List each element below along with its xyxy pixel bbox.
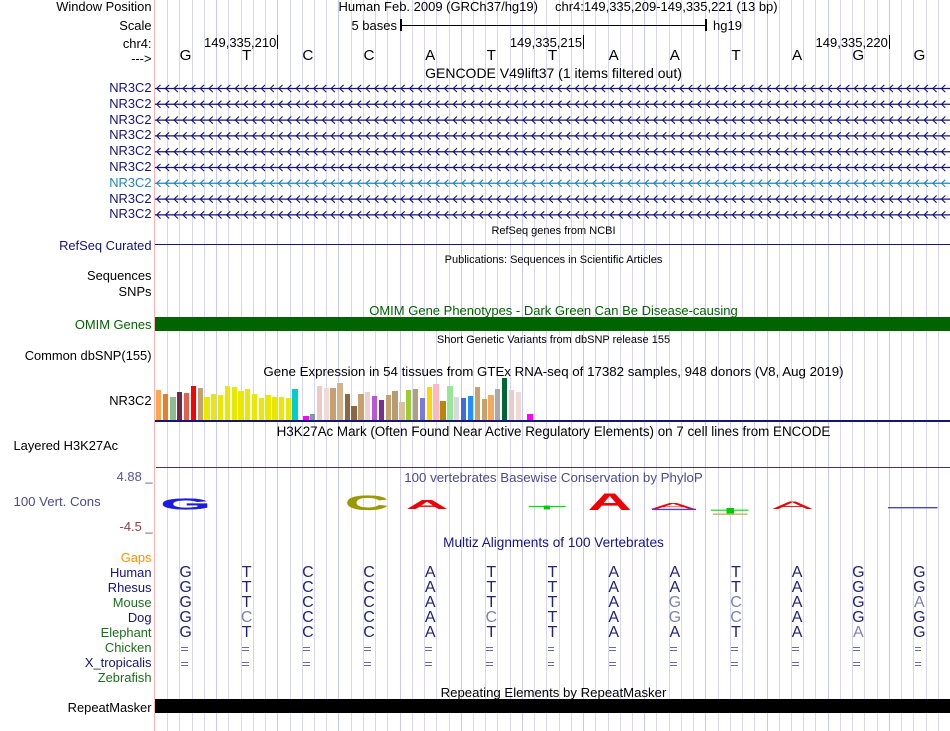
svg-text:A: A [772,500,812,512]
svg-text:A: A [588,488,632,515]
svg-text:A: A [406,498,449,512]
svg-text:C: C [345,490,389,514]
svg-text:G: G [161,496,211,513]
